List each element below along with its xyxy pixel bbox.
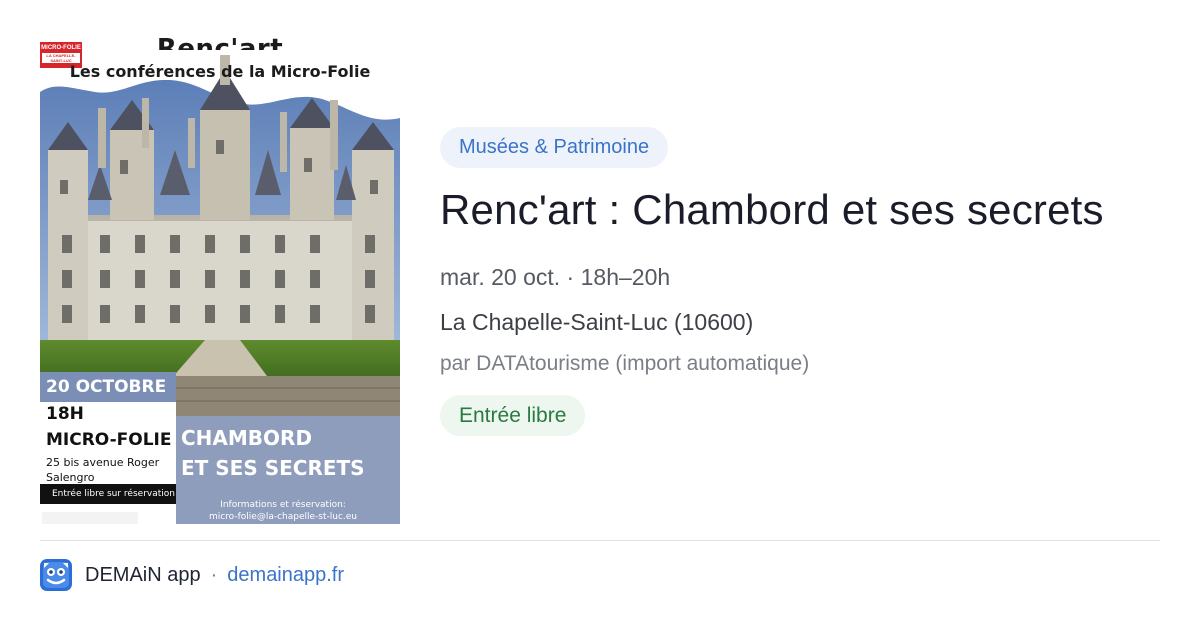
footer: DEMAiN app · demainapp.fr bbox=[40, 558, 344, 592]
event-title: Renc'art : Chambord et ses secrets bbox=[440, 186, 1104, 233]
category-badge[interactable]: Musées & Patrimoine bbox=[440, 127, 669, 168]
event-poster: MICRO-FOLIE LA CHAPELLE-SAINT-LUC Renc'a… bbox=[40, 0, 400, 524]
poster-title: Renc'art bbox=[156, 34, 284, 50]
poster-address-line1: 25 bis avenue Roger bbox=[46, 456, 160, 469]
app-link[interactable]: demainapp.fr bbox=[227, 564, 344, 587]
event-source: par DATAtourisme (import automatique) bbox=[440, 352, 810, 375]
poster-subtitle: Les conférences de la Micro-Folie bbox=[69, 62, 371, 81]
poster-date: 20 OCTOBRE bbox=[40, 372, 176, 402]
app-name: DEMAiN app bbox=[85, 563, 201, 586]
poster-reservation: Entrée libre sur réservation bbox=[40, 484, 176, 504]
footer-divider bbox=[40, 540, 1160, 541]
poster-venue: MICRO-FOLIE bbox=[46, 430, 172, 450]
demain-app-icon bbox=[40, 559, 72, 591]
footer-separator: · bbox=[210, 563, 218, 586]
poster-address-line2: Salengro bbox=[46, 471, 95, 484]
poster-info-line2: micro-folie@la-chapelle-st-luc.eu bbox=[208, 512, 358, 522]
event-date: mar. 20 oct. · 18h–20h bbox=[440, 264, 671, 290]
poster-time: 18H bbox=[46, 404, 84, 424]
poster-headline-line1: CHAMBORD bbox=[181, 426, 313, 450]
poster-headline-line2: ET SES SECRETS bbox=[181, 456, 365, 480]
price-badge: Entrée libre bbox=[440, 395, 586, 436]
event-location: La Chapelle-Saint-Luc (10600) bbox=[440, 309, 754, 335]
poster-info-line1: Informations et réservation: bbox=[220, 500, 346, 510]
